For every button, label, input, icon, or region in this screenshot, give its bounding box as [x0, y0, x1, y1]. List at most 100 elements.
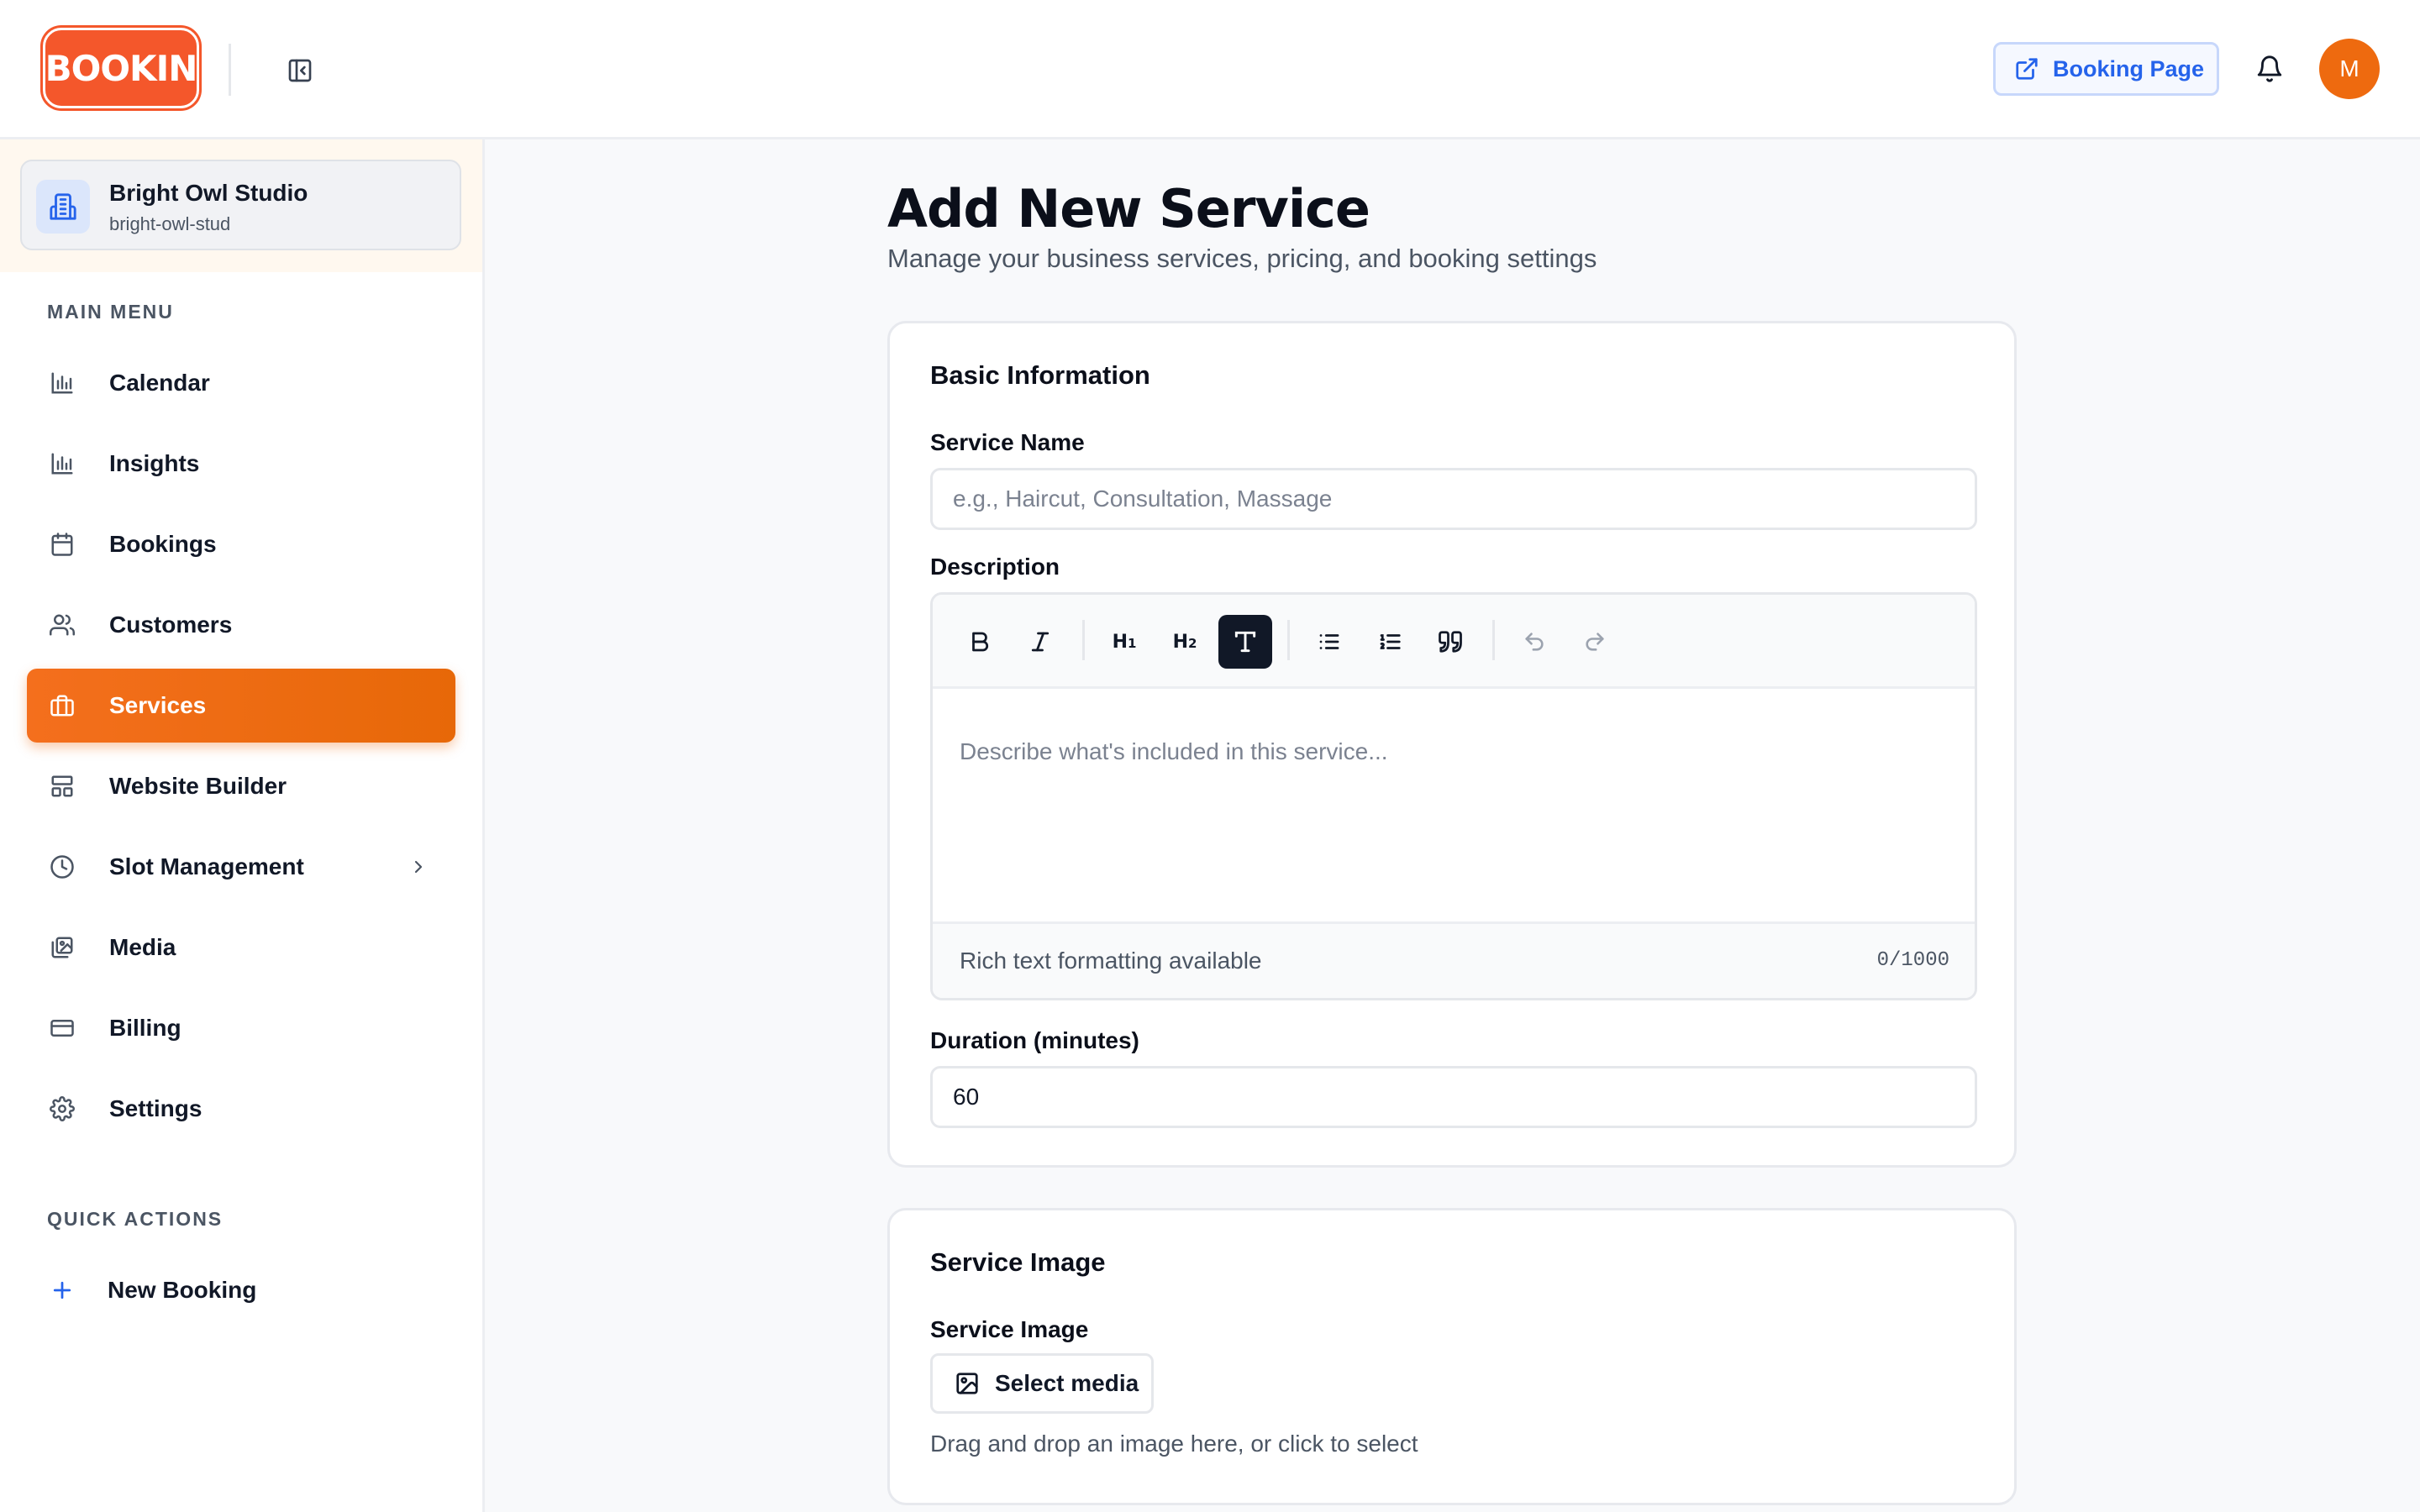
booking-page-button[interactable]: Booking Page — [1993, 42, 2219, 96]
new-booking-button[interactable]: New Booking — [27, 1253, 455, 1327]
credit-card-icon — [47, 1013, 77, 1043]
duration-label: Duration (minutes) — [930, 1027, 1139, 1053]
bar-chart-icon — [47, 368, 77, 398]
layout-icon — [47, 771, 77, 801]
service-image-label: Service Image — [930, 1316, 1089, 1342]
toolbar-divider — [1082, 620, 1085, 660]
ordered-list-button[interactable] — [1363, 615, 1417, 669]
sidebar-item-label: Calendar — [109, 370, 210, 396]
select-media-label: Select media — [995, 1370, 1139, 1396]
description-textarea[interactable]: Describe what's included in this service… — [933, 691, 1975, 927]
calendar-icon — [47, 529, 77, 559]
editor-toolbar: H1 H2 — [933, 595, 1975, 689]
page-subtitle: Manage your business services, pricing, … — [887, 244, 1597, 273]
sidebar-item-label: Media — [109, 934, 176, 960]
logo-text: BOOKIN — [45, 47, 198, 89]
toolbar-divider — [1492, 620, 1495, 660]
basic-information-card: Basic Information Service Name Descripti… — [887, 321, 2017, 1168]
bullet-list-button[interactable] — [1302, 615, 1356, 669]
italic-icon — [1031, 632, 1050, 652]
booking-page-label: Booking Page — [2053, 55, 2205, 81]
images-icon — [47, 932, 77, 963]
card-title: Basic Information — [930, 360, 1150, 390]
quote-icon — [1439, 631, 1462, 653]
bold-icon — [972, 632, 989, 652]
bullet-list-icon — [1319, 634, 1339, 649]
quick-actions-label: QUICK ACTIONS — [47, 1208, 224, 1230]
org-switcher-area: Bright Owl Studio bright-owl-stud — [0, 139, 482, 272]
editor-placeholder: Describe what's included in this service… — [960, 738, 1388, 764]
clock-icon — [47, 852, 77, 882]
header-divider — [229, 44, 231, 96]
user-avatar[interactable]: M — [2319, 39, 2380, 99]
image-icon — [956, 1373, 978, 1394]
heading-2-icon: H2 — [1172, 631, 1197, 653]
org-slug: bright-owl-stud — [109, 213, 231, 234]
blockquote-button[interactable] — [1423, 615, 1477, 669]
sidebar-item-label: Customers — [109, 612, 233, 638]
gear-icon — [47, 1094, 77, 1124]
toolbar-divider — [1287, 620, 1290, 660]
sidebar-item-label: Services — [109, 692, 207, 718]
description-editor: H1 H2 Describe what's included in this s… — [930, 592, 1977, 1000]
plus-icon — [47, 1275, 77, 1305]
sidebar-item-bookings[interactable]: Bookings — [27, 507, 455, 581]
notifications-button[interactable] — [2251, 50, 2288, 87]
org-name: Bright Owl Studio — [109, 180, 308, 206]
sidebar-item-label: Website Builder — [109, 773, 287, 799]
sidebar-item-calendar[interactable]: Calendar — [27, 346, 455, 420]
sidebar-item-label: Settings — [109, 1095, 203, 1121]
sidebar-item-label: Bookings — [109, 531, 217, 557]
card-title: Service Image — [930, 1247, 1106, 1277]
panel-left-icon — [288, 59, 312, 82]
heading-1-button[interactable]: H1 — [1097, 615, 1151, 669]
bookin-logo[interactable]: BOOKIN — [43, 28, 199, 108]
sidebar-item-slot-management[interactable]: Slot Management — [27, 830, 455, 904]
heading-2-button[interactable]: H2 — [1158, 615, 1212, 669]
editor-hint: Rich text formatting available — [960, 948, 1262, 974]
external-link-icon — [2016, 58, 2038, 80]
duration-input[interactable] — [930, 1066, 1977, 1128]
sidebar-item-website-builder[interactable]: Website Builder — [27, 749, 455, 823]
sidebar: Bright Owl Studio bright-owl-stud MAIN M… — [0, 139, 485, 1512]
redo-icon — [1586, 633, 1604, 651]
chevron-right-icon[interactable] — [407, 855, 430, 879]
paragraph-button[interactable] — [1218, 615, 1272, 669]
sidebar-item-label: Slot Management — [109, 853, 304, 879]
redo-button[interactable] — [1568, 615, 1622, 669]
service-name-input[interactable] — [930, 468, 1977, 530]
sidebar-item-billing[interactable]: Billing — [27, 991, 455, 1065]
bold-button[interactable] — [953, 615, 1007, 669]
heading-1-icon: H1 — [1112, 631, 1137, 653]
briefcase-icon — [47, 690, 77, 721]
sidebar-item-media[interactable]: Media — [27, 911, 455, 984]
undo-button[interactable] — [1507, 615, 1561, 669]
editor-footer: Rich text formatting available 0/1000 — [933, 921, 1975, 998]
bar-chart-icon — [47, 449, 77, 479]
service-image-card: Service Image Service Image Select media… — [887, 1208, 2017, 1505]
sidebar-item-insights[interactable]: Insights — [27, 427, 455, 501]
sidebar-item-services[interactable]: Services — [27, 669, 455, 743]
sidebar-item-customers[interactable]: Customers — [27, 588, 455, 662]
service-name-label: Service Name — [930, 429, 1085, 455]
char-count: 0/1000 — [1876, 949, 1949, 972]
users-icon — [47, 610, 77, 640]
org-switcher[interactable]: Bright Owl Studio bright-owl-stud — [20, 160, 461, 250]
ordered-list-icon — [1380, 634, 1401, 649]
dropzone-hint: Drag and drop an image here, or click to… — [930, 1431, 1418, 1457]
sidebar-item-settings[interactable]: Settings — [27, 1072, 455, 1146]
italic-button[interactable] — [1013, 615, 1067, 669]
sidebar-toggle-button[interactable] — [285, 55, 315, 86]
building-icon — [36, 180, 90, 234]
undo-icon — [1525, 633, 1544, 651]
select-media-button[interactable]: Select media — [930, 1353, 1154, 1414]
description-label: Description — [930, 554, 1060, 580]
top-header: BOOKIN Booking Page M — [0, 0, 2420, 139]
main-menu-label: MAIN MENU — [47, 301, 174, 323]
bell-icon — [2257, 55, 2282, 82]
quick-action-label: New Booking — [108, 1277, 257, 1303]
page-title: Add New Service — [887, 178, 1370, 239]
text-type-icon — [1234, 631, 1256, 653]
sidebar-item-label: Insights — [109, 450, 200, 476]
sidebar-item-label: Billing — [109, 1015, 182, 1041]
